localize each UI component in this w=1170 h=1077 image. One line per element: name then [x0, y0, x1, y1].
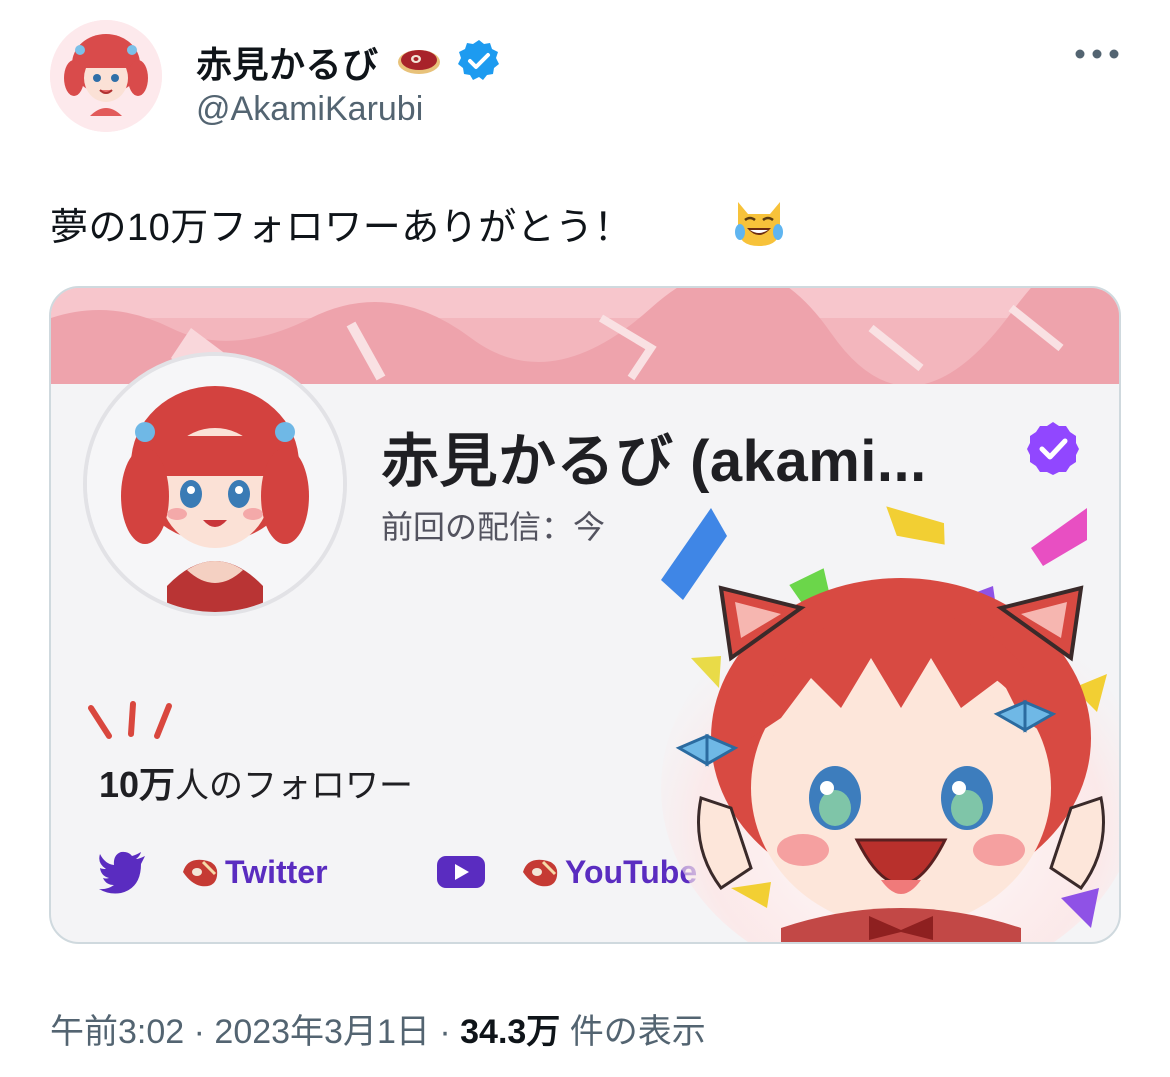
- author-handle[interactable]: @AkamiKarubi: [196, 90, 423, 129]
- chibi-character-illustration: [661, 506, 1119, 942]
- steak-emoji-icon: [398, 50, 440, 74]
- tweet-text: 夢の10万フォロワーありがとう！: [50, 207, 633, 249]
- steak-icon: [183, 859, 218, 887]
- card-avatar[interactable]: [83, 352, 347, 616]
- social-links: Twitter YouTube: [99, 850, 697, 894]
- card-verified-icon: [1027, 422, 1079, 475]
- link-twitter[interactable]: Twitter: [179, 850, 328, 894]
- steak-icon: [523, 859, 558, 887]
- sparkle-lines-icon: [88, 701, 172, 739]
- card-last-stream-status: 前回の配信：今: [381, 509, 606, 545]
- youtube-icon[interactable]: [435, 852, 487, 892]
- follower-count-number: 10万: [99, 764, 176, 805]
- author-avatar[interactable]: [50, 20, 162, 132]
- verified-badge-icon: [458, 40, 499, 80]
- tweet-date[interactable]: 2023年3月1日: [214, 1013, 429, 1051]
- separator: ·: [193, 1013, 205, 1051]
- separator: ·: [439, 1013, 451, 1051]
- tweet-time[interactable]: 午前3:02: [50, 1013, 184, 1051]
- card-channel-name[interactable]: 赤見かるび (akami...: [381, 414, 927, 498]
- views-count[interactable]: 34.3万: [460, 1013, 560, 1051]
- tweet-header: 赤見かるび @AkamiKarubi: [50, 20, 1120, 140]
- author-display-name[interactable]: 赤見かるび: [196, 36, 379, 88]
- crying-laughing-cat-emoji-icon: [735, 202, 783, 246]
- follower-count-suffix: 人のフォロワー: [175, 767, 414, 805]
- link-twitter-label: Twitter: [225, 853, 328, 890]
- twitter-bird-icon[interactable]: [99, 850, 147, 894]
- more-options-icon[interactable]: [1074, 48, 1120, 60]
- profile-card[interactable]: 赤見かるび (akami... 前回の配信：今 10万人のフォロワー Twitt…: [49, 286, 1121, 944]
- follower-count: 10万人のフォロワー: [99, 756, 413, 808]
- views-label: 件の表示: [569, 1013, 706, 1051]
- tweet-meta: 午前3:02 · 2023年3月1日 · 34.3万 件の表示: [50, 1004, 706, 1053]
